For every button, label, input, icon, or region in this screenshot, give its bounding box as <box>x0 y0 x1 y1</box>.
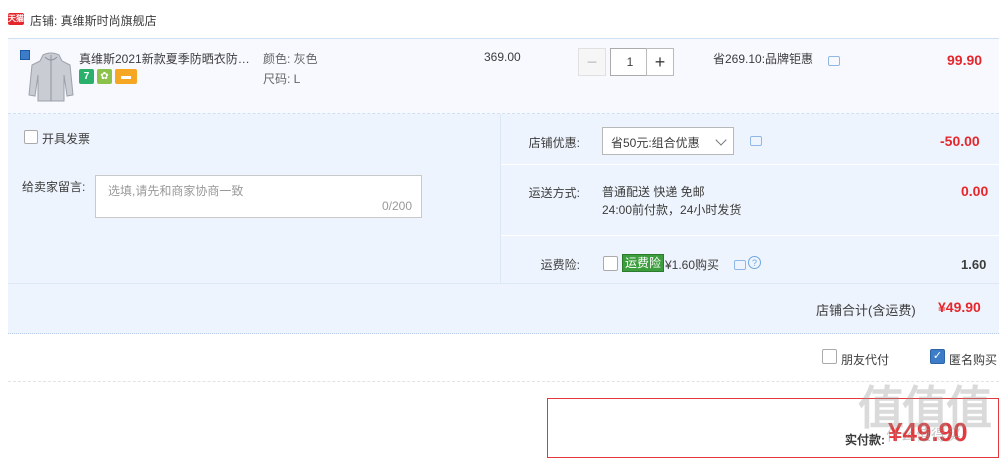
quantity-input[interactable]: 1 <box>610 48 650 76</box>
message-icon[interactable] <box>750 136 762 146</box>
anonymous-checkbox[interactable]: ✓ <box>930 349 945 364</box>
sku-size: 尺码: L <box>263 72 301 86</box>
shipping-method-line: 普通配送 快递 免邮 <box>602 185 705 199</box>
card-pay-icon[interactable]: ▬ <box>115 69 137 84</box>
chevron-down-icon <box>715 134 727 146</box>
seller-message-label: 给卖家留言: <box>22 180 86 194</box>
shipping-time-line: 24:00前付款，24小时发货 <box>602 203 742 217</box>
watermark-text: 什么值得买 <box>886 427 962 444</box>
seller-message-count: 0/200 <box>381 199 412 213</box>
coupon-selected-value: 省50元:组合优惠 <box>611 136 700 150</box>
friend-pay-label[interactable]: 朋友代付 <box>841 351 889 368</box>
shop-name-link[interactable]: 店铺: 真维斯时尚旗舰店 <box>30 12 157 29</box>
coupon-amount: -50.00 <box>940 133 980 149</box>
insurance-tag: 运费险 <box>622 254 665 272</box>
insurance-label: 运费险: <box>540 258 580 272</box>
shop-total-label: 店铺合计(含运费) <box>816 303 916 318</box>
insurance-checkbox[interactable] <box>603 256 618 271</box>
insurance-price: ¥1.60购买 <box>665 258 720 272</box>
unit-price: 369.00 <box>484 50 521 64</box>
friend-pay-checkbox[interactable] <box>822 349 837 364</box>
help-icon[interactable]: ? <box>748 256 761 269</box>
insurance-amount: 1.60 <box>961 257 987 272</box>
sku-color: 颜色: 灰色 <box>263 52 318 66</box>
shipping-method: 普通配送 快递 免邮 24:00前付款，24小时发货 <box>602 183 741 219</box>
quantity-decrease-button[interactable]: − <box>578 48 606 76</box>
invoice-checkbox[interactable] <box>24 130 38 144</box>
tmall-icon: 天猫 <box>8 13 24 25</box>
order-item-row: 真维斯2021新款夏季防晒衣防… 7 ✿ ▬ 颜色: 灰色 尺码: L 369.00… <box>8 38 999 114</box>
shop-header: 天猫 店铺: 真维斯时尚旗舰店 <box>0 0 1007 38</box>
order-options-panel: 开具发票 给卖家留言: 选填,请先和商家协商一致 0/200 店铺优惠: 省50… <box>8 114 999 334</box>
coupon-label: 店铺优惠: <box>528 136 580 150</box>
item-total-price: 99.90 <box>947 52 983 68</box>
anonymous-label[interactable]: 匿名购买 <box>949 351 997 368</box>
discount-note: 省269.10:品牌钜惠 <box>713 52 814 66</box>
message-icon[interactable] <box>828 56 840 66</box>
divider <box>8 283 999 284</box>
shipping-amount: 0.00 <box>961 183 989 199</box>
divider <box>501 235 999 236</box>
divider <box>8 381 999 382</box>
guarantee-icon[interactable]: ✿ <box>97 69 112 84</box>
service-badges: 7 ✿ ▬ <box>79 69 140 85</box>
product-thumbnail[interactable] <box>26 49 76 104</box>
quantity-increase-button[interactable]: + <box>646 48 674 76</box>
shipping-label: 运送方式: <box>528 186 580 200</box>
seller-message-placeholder: 选填,请先和商家协商一致 <box>108 184 244 198</box>
divider <box>501 164 999 165</box>
product-title-link[interactable]: 真维斯2021新款夏季防晒衣防… <box>79 50 259 67</box>
seven-day-return-icon[interactable]: 7 <box>79 69 94 84</box>
panel-left: 开具发票 给卖家留言: 选填,请先和商家协商一致 0/200 <box>8 114 501 283</box>
message-icon[interactable] <box>734 260 746 270</box>
shop-total-value: ¥49.90 <box>938 299 981 315</box>
invoice-label[interactable]: 开具发票 <box>42 130 90 147</box>
coupon-select[interactable]: 省50元:组合优惠 <box>602 127 734 155</box>
seller-message-input[interactable]: 选填,请先和商家协商一致 0/200 <box>95 175 422 218</box>
